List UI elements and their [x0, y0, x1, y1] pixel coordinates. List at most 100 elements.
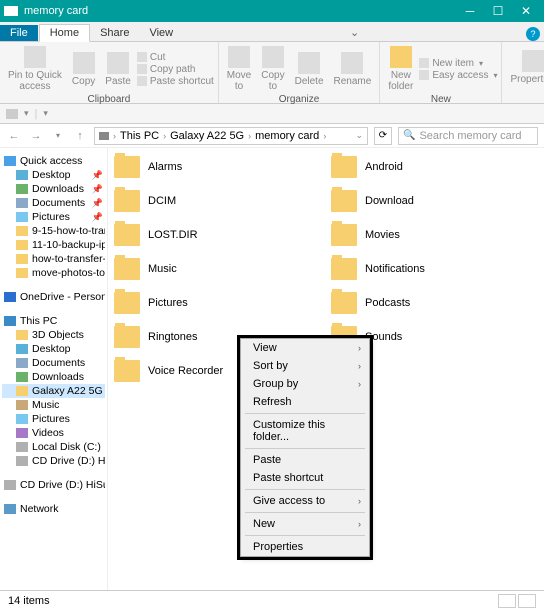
- paste-button[interactable]: Paste: [101, 44, 135, 94]
- tree-onedrive[interactable]: OneDrive - Personal: [2, 290, 105, 304]
- folder-icon: [331, 292, 357, 314]
- rename-button[interactable]: Rename: [330, 44, 376, 94]
- tree-item[interactable]: 11-10-backup-iphone-t: [2, 238, 105, 252]
- folder-item[interactable]: Android: [331, 156, 538, 178]
- tree-item[interactable]: Documents📌: [2, 196, 105, 210]
- ctx-refresh[interactable]: Refresh: [241, 393, 369, 411]
- large-icons-view-button[interactable]: [518, 594, 536, 608]
- ctx-separator: [245, 448, 365, 449]
- close-button[interactable]: ✕: [512, 2, 540, 20]
- ctx-properties[interactable]: Properties: [241, 538, 369, 556]
- folder-item[interactable]: Pictures: [114, 292, 321, 314]
- ctx-new[interactable]: New›: [241, 515, 369, 533]
- tab-file[interactable]: File: [0, 25, 38, 41]
- recent-dropdown[interactable]: ▾: [50, 128, 66, 144]
- qat-overflow[interactable]: ▾: [43, 108, 48, 119]
- tree-item[interactable]: Documents: [2, 356, 105, 370]
- tree-item[interactable]: CD Drive (D:) HiSuite: [2, 454, 105, 468]
- tab-view[interactable]: View: [139, 25, 183, 41]
- delete-button[interactable]: Delete: [291, 44, 328, 94]
- pc-icon: [4, 316, 16, 326]
- tree-item[interactable]: Pictures: [2, 412, 105, 426]
- ctx-paste-shortcut[interactable]: Paste shortcut: [241, 469, 369, 487]
- folder-icon[interactable]: [6, 109, 18, 119]
- refresh-icon: ⟳: [379, 130, 387, 141]
- copy-path-button[interactable]: Copy path: [137, 64, 214, 75]
- back-button[interactable]: ←: [6, 128, 22, 144]
- copy-to-button[interactable]: Copy to: [257, 44, 288, 94]
- tree-item[interactable]: Desktop: [2, 342, 105, 356]
- ribbon-tabs: File Home Share View ⌄ ?: [0, 22, 544, 42]
- copy-button[interactable]: Copy: [68, 44, 99, 94]
- ctx-sort-by[interactable]: Sort by›: [241, 357, 369, 375]
- new-folder-button[interactable]: New folder: [384, 44, 417, 94]
- properties-button[interactable]: Properties: [506, 44, 544, 90]
- help-icon[interactable]: ?: [526, 27, 540, 41]
- tree-item[interactable]: how-to-transfer-photo: [2, 252, 105, 266]
- navigation-tree[interactable]: Quick access Desktop📌Downloads📌Documents…: [0, 148, 108, 590]
- crumb-thispc[interactable]: This PC: [120, 130, 159, 142]
- folder-icon: [16, 254, 28, 264]
- cut-button[interactable]: Cut: [137, 52, 214, 63]
- ctx-give-access[interactable]: Give access to›: [241, 492, 369, 510]
- folder-item[interactable]: Alarms: [114, 156, 321, 178]
- breadcrumb[interactable]: › This PC › Galaxy A22 5G › memory card …: [94, 127, 368, 145]
- forward-button[interactable]: →: [28, 128, 44, 144]
- search-input[interactable]: 🔍 Search memory card: [398, 127, 538, 145]
- tree-item[interactable]: Local Disk (C:): [2, 440, 105, 454]
- tree-item[interactable]: Downloads📌: [2, 182, 105, 196]
- folder-item[interactable]: LOST.DIR: [114, 224, 321, 246]
- qat-dropdown[interactable]: ▾: [24, 108, 29, 119]
- folder-label: Pictures: [148, 297, 188, 309]
- up-button[interactable]: ↑: [72, 128, 88, 144]
- ctx-customize[interactable]: Customize this folder...: [241, 416, 369, 446]
- folder-item[interactable]: Notifications: [331, 258, 538, 280]
- tree-item[interactable]: Music: [2, 398, 105, 412]
- folder-view[interactable]: Alarms Android DCIM Download LOST.DIR Movies M…: [108, 148, 544, 590]
- ctx-paste[interactable]: Paste: [241, 451, 369, 469]
- address-bar: ← → ▾ ↑ › This PC › Galaxy A22 5G › memo…: [0, 124, 544, 148]
- crumb-folder[interactable]: memory card: [255, 130, 319, 142]
- tab-home[interactable]: Home: [39, 24, 90, 42]
- copy-icon: [73, 52, 95, 74]
- ctx-group-by[interactable]: Group by›: [241, 375, 369, 393]
- folder-item[interactable]: Movies: [331, 224, 538, 246]
- tree-cd-drive[interactable]: CD Drive (D:) HiSuite: [2, 478, 105, 492]
- tree-item[interactable]: Downloads: [2, 370, 105, 384]
- tree-item[interactable]: 9-15-how-to-transfer-p: [2, 224, 105, 238]
- ctx-view[interactable]: View›: [241, 339, 369, 357]
- tree-item[interactable]: Pictures📌: [2, 210, 105, 224]
- item-count: 14 items: [8, 595, 50, 607]
- paste-shortcut-button[interactable]: Paste shortcut: [137, 76, 214, 87]
- folder-item[interactable]: DCIM: [114, 190, 321, 212]
- minimize-button[interactable]: ─: [456, 2, 484, 20]
- folder-item[interactable]: Download: [331, 190, 538, 212]
- crumb-device[interactable]: Galaxy A22 5G: [170, 130, 244, 142]
- tree-this-pc[interactable]: This PC: [2, 314, 105, 328]
- move-to-button[interactable]: Move to: [223, 44, 255, 94]
- tree-item[interactable]: Desktop📌: [2, 168, 105, 182]
- folder-label: Sounds: [365, 331, 402, 343]
- details-view-button[interactable]: [498, 594, 516, 608]
- tree-item[interactable]: move-photos-to-sd-ca: [2, 266, 105, 280]
- tree-item[interactable]: Videos: [2, 426, 105, 440]
- tree-item[interactable]: Galaxy A22 5G: [2, 384, 105, 398]
- folder-icon: [16, 226, 28, 236]
- tab-share[interactable]: Share: [90, 25, 139, 41]
- folder-label: Movies: [365, 229, 400, 241]
- refresh-button[interactable]: ⟳: [374, 127, 392, 145]
- history-dropdown[interactable]: ⌄: [355, 130, 363, 141]
- search-icon: 🔍: [403, 130, 415, 141]
- pin-quick-access-button[interactable]: Pin to Quick access: [4, 44, 66, 94]
- folder-label: Android: [365, 161, 403, 173]
- folder-icon: [16, 428, 28, 438]
- easy-access-button[interactable]: Easy access▾: [419, 70, 497, 81]
- collapse-ribbon-button[interactable]: ⌄: [342, 24, 367, 41]
- tree-quick-access[interactable]: Quick access: [2, 154, 105, 168]
- folder-item[interactable]: Music: [114, 258, 321, 280]
- maximize-button[interactable]: ☐: [484, 2, 512, 20]
- new-item-button[interactable]: New item▾: [419, 58, 497, 69]
- tree-network[interactable]: Network: [2, 502, 105, 516]
- folder-item[interactable]: Podcasts: [331, 292, 538, 314]
- tree-item[interactable]: 3D Objects: [2, 328, 105, 342]
